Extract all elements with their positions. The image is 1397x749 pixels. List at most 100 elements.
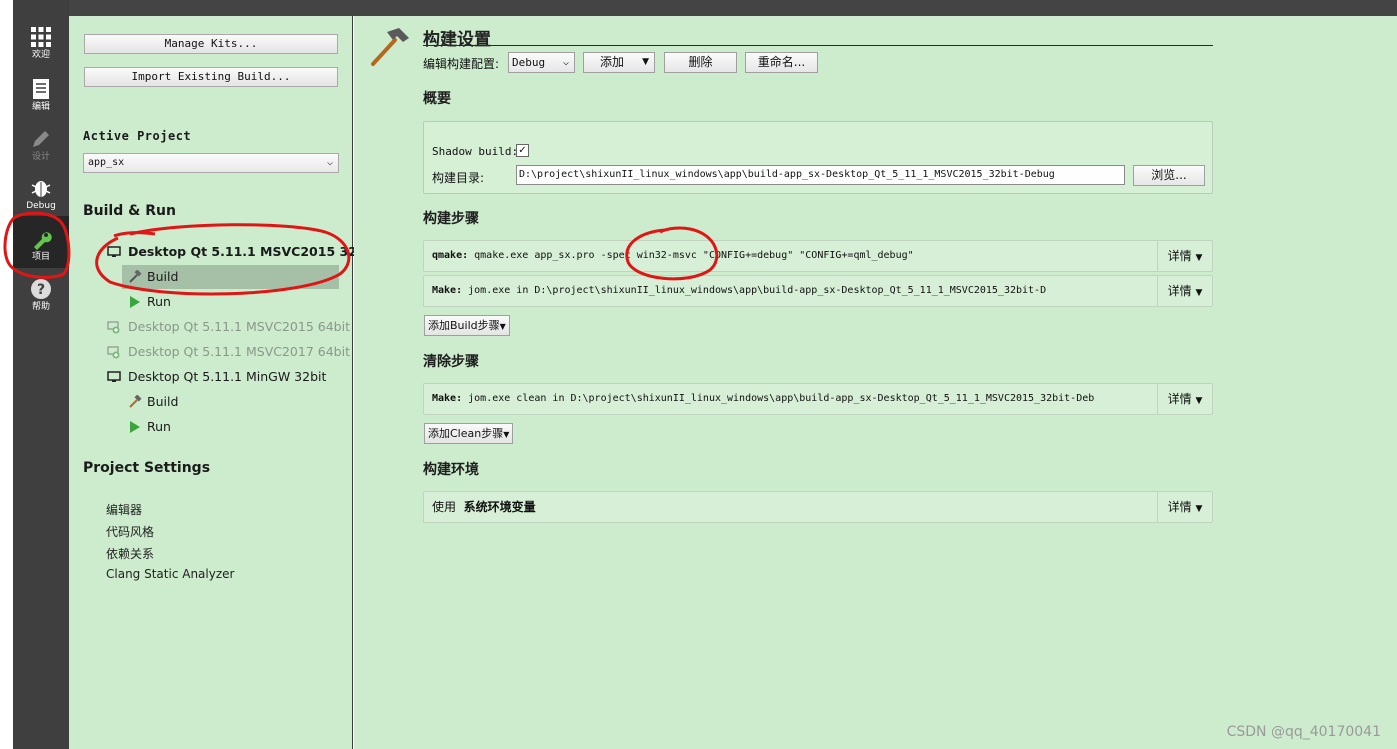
step-details-button[interactable]: 详情 ▼ xyxy=(1157,384,1212,414)
mode-label: 编辑 xyxy=(31,102,50,112)
step-text: jom.exe in D:\project\shixunII_linux_win… xyxy=(462,285,1047,296)
build-settings-panel: 构建设置 编辑构建配置: Debug ⌵ 添加 ▼ 删除 重命名... 概要 S… xyxy=(354,16,1397,749)
build-step-make[interactable]: Make: jom.exe in D:\project\shixunII_lin… xyxy=(423,275,1213,307)
build-run-title: Build & Run xyxy=(83,203,176,219)
dropdown-arrow-icon: ▼ xyxy=(642,57,649,67)
delete-config-button[interactable]: 删除 xyxy=(664,52,737,73)
build-dir-input[interactable]: D:\project\shixunII_linux_windows\app\bu… xyxy=(516,165,1125,185)
step-key: Make: xyxy=(432,393,463,404)
import-build-button[interactable]: Import Existing Build... xyxy=(84,67,338,87)
add-config-button[interactable]: 添加 ▼ xyxy=(583,52,655,73)
grid-icon xyxy=(31,27,51,47)
bug-icon xyxy=(31,181,51,197)
settings-item-code-style[interactable]: 代码风格 xyxy=(106,523,154,540)
edit-config-label: 编辑构建配置: xyxy=(423,57,500,71)
play-icon xyxy=(130,296,140,308)
add-build-step-label: 添加Build步骤 xyxy=(428,319,500,332)
dropdown-arrow-icon: ▼ xyxy=(1195,396,1203,406)
env-value: 系统环境变量 xyxy=(463,500,536,514)
active-project-title: Active Project xyxy=(83,129,192,143)
project-settings-title: Project Settings xyxy=(83,460,211,476)
svg-text:?: ? xyxy=(37,282,45,298)
settings-item-clang-analyzer[interactable]: Clang Static Analyzer xyxy=(106,567,234,581)
mode-bar: 欢迎 编辑 设计 Debug 项目 ? 帮助 xyxy=(13,0,69,749)
kit-run-item[interactable]: Run xyxy=(69,415,352,439)
dropdown-arrow-icon: ▼ xyxy=(499,322,506,331)
document-icon xyxy=(33,79,49,99)
build-env-row[interactable]: 使用 系统环境变量 详情 ▼ xyxy=(423,491,1213,523)
run-label: Run xyxy=(147,294,171,309)
add-clean-step-label: 添加Clean步骤 xyxy=(428,427,504,440)
details-label: 详情 xyxy=(1167,284,1192,298)
shadow-build-checkbox[interactable]: ✓ xyxy=(516,144,529,157)
pencil-icon xyxy=(33,131,49,147)
run-label: Run xyxy=(147,419,171,434)
kit-item-mingw-32[interactable]: Desktop Qt 5.11.1 MinGW 32bit xyxy=(69,365,352,389)
top-bar xyxy=(69,0,1397,16)
watermark: CSDN @qq_40170041 xyxy=(1226,724,1381,740)
play-icon xyxy=(130,421,140,433)
details-label: 详情 xyxy=(1167,500,1192,514)
monitor-icon xyxy=(107,371,121,382)
mode-design[interactable]: 设计 xyxy=(13,128,69,176)
step-key: qmake: xyxy=(432,250,469,261)
mode-label: 欢迎 xyxy=(31,50,50,60)
overview-panel: Shadow build: ✓ 构建目录: D:\project\shixunI… xyxy=(423,121,1213,194)
manage-kits-button[interactable]: Manage Kits... xyxy=(84,34,338,54)
dropdown-arrow-icon: ▼ xyxy=(1195,288,1203,298)
clean-step-make[interactable]: Make: jom.exe clean in D:\project\shixun… xyxy=(423,383,1213,415)
add-kit-icon xyxy=(107,346,120,359)
active-project-select[interactable]: app_sx ⌵ xyxy=(83,153,339,173)
build-step-qmake[interactable]: qmake: qmake.exe app_sx.pro -spec win32-… xyxy=(423,240,1213,272)
hammer-icon xyxy=(129,270,142,283)
monitor-icon xyxy=(107,246,121,257)
settings-item-editor[interactable]: 编辑器 xyxy=(106,501,142,518)
mode-projects[interactable]: 项目 xyxy=(13,216,69,268)
mode-welcome[interactable]: 欢迎 xyxy=(13,26,69,74)
kit-label: Desktop Qt 5.11.1 MSVC2015 64bit xyxy=(128,319,350,334)
chevron-down-icon: ⌵ xyxy=(326,157,333,168)
page-title: 构建设置 xyxy=(423,30,491,50)
kit-build-item[interactable]: Build xyxy=(69,390,352,414)
env-details-button[interactable]: 详情 ▼ xyxy=(1157,492,1212,522)
add-label: 添加 xyxy=(600,55,625,69)
build-steps-title: 构建步骤 xyxy=(423,211,479,227)
project-sidebar: Manage Kits... Import Existing Build... … xyxy=(69,16,371,749)
step-details-button[interactable]: 详情 ▼ xyxy=(1157,276,1212,306)
rename-config-button[interactable]: 重命名... xyxy=(745,52,818,73)
shadow-build-label: Shadow build: xyxy=(432,145,519,158)
overview-title: 概要 xyxy=(423,91,451,107)
details-label: 详情 xyxy=(1167,392,1192,406)
kit-item-msvc2015-32[interactable]: Desktop Qt 5.11.1 MSVC2015 32... xyxy=(69,240,371,264)
kit-label: Desktop Qt 5.11.1 MSVC2015 32... xyxy=(128,244,372,259)
left-gutter xyxy=(0,0,13,749)
settings-item-dependencies[interactable]: 依赖关系 xyxy=(106,545,154,562)
kit-run-item[interactable]: Run xyxy=(69,290,352,314)
dropdown-arrow-icon: ▼ xyxy=(1195,504,1203,514)
dropdown-arrow-icon: ▼ xyxy=(503,430,510,439)
step-text: jom.exe clean in D:\project\shixunII_lin… xyxy=(462,393,1095,404)
build-dir-label: 构建目录: xyxy=(432,171,485,185)
wrench-icon xyxy=(34,232,52,250)
mode-label: 设计 xyxy=(31,152,50,162)
active-project-value: app_sx xyxy=(88,157,125,168)
help-icon: ? xyxy=(31,279,51,299)
mode-label: 项目 xyxy=(31,252,50,262)
mode-edit[interactable]: 编辑 xyxy=(13,78,69,126)
add-build-step-button[interactable]: 添加Build步骤▼ xyxy=(424,315,510,336)
kit-item-msvc2015-64[interactable]: Desktop Qt 5.11.1 MSVC2015 64bit xyxy=(69,315,352,339)
mode-label: Debug xyxy=(26,201,56,211)
browse-button[interactable]: 浏览... xyxy=(1133,165,1205,186)
kit-label: Desktop Qt 5.11.1 MinGW 32bit xyxy=(128,369,327,384)
mode-help[interactable]: ? 帮助 xyxy=(13,278,69,326)
title-underline xyxy=(423,45,1213,46)
kit-item-msvc2017-64[interactable]: Desktop Qt 5.11.1 MSVC2017 64bit xyxy=(69,340,352,364)
hammer-icon xyxy=(371,28,409,66)
step-details-button[interactable]: 详情 ▼ xyxy=(1157,241,1212,271)
build-label: Build xyxy=(147,269,179,284)
build-env-title: 构建环境 xyxy=(423,462,479,478)
config-select[interactable]: Debug ⌵ xyxy=(508,52,575,73)
add-clean-step-button[interactable]: 添加Clean步骤▼ xyxy=(424,423,514,444)
clean-steps-title: 清除步骤 xyxy=(423,354,479,370)
kit-build-item[interactable]: Build xyxy=(122,265,339,289)
